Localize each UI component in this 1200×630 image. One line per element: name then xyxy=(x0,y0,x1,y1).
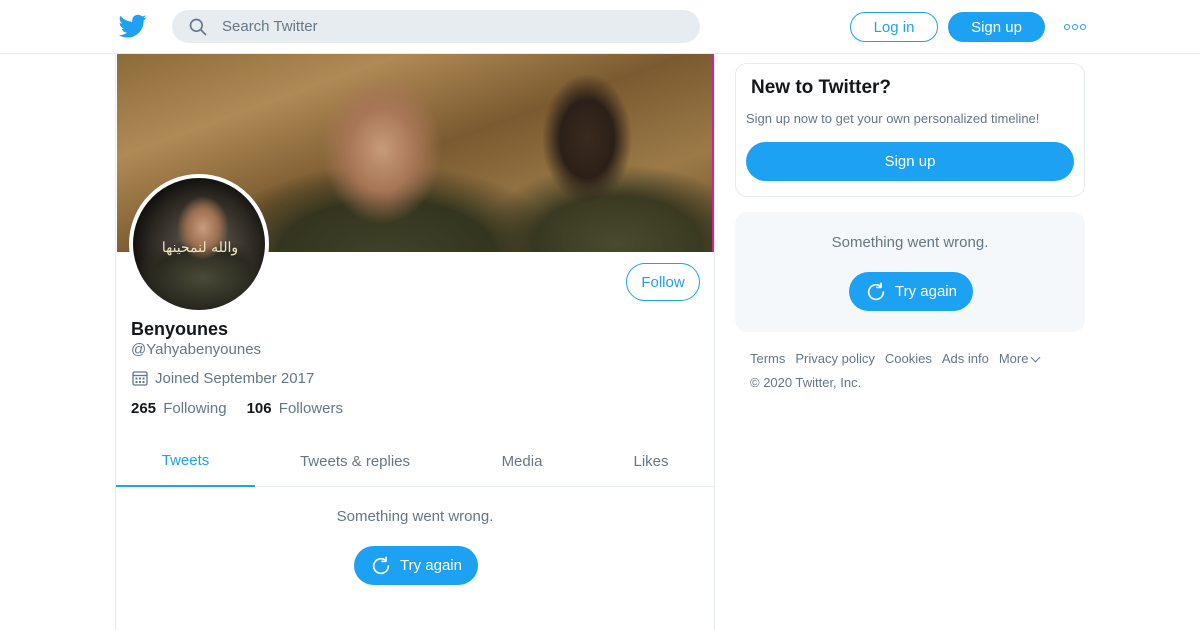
refresh-icon xyxy=(867,281,885,300)
profile-tabs: Tweets Tweets & replies Media Likes xyxy=(116,436,714,487)
search-box[interactable] xyxy=(172,10,700,43)
tab-tweets[interactable]: Tweets xyxy=(116,436,255,487)
footer-link-privacy[interactable]: Privacy policy xyxy=(795,351,874,366)
footer-link-ads-info[interactable]: Ads info xyxy=(942,351,989,366)
joined-text: Joined September 2017 xyxy=(155,369,315,387)
refresh-icon xyxy=(372,555,390,574)
copyright-text: © 2020 Twitter, Inc. xyxy=(750,375,862,390)
sidebar-error-card: Something went wrong. Try again xyxy=(735,212,1085,332)
following-count: 265 xyxy=(131,400,157,417)
try-again-label: Try again xyxy=(895,283,957,300)
footer-link-more: More xyxy=(998,351,1029,366)
sidebar-error-message: Something went wrong. xyxy=(831,234,989,251)
twitter-logo-icon[interactable] xyxy=(119,12,147,40)
chevron-down-icon xyxy=(1030,352,1041,363)
search-icon xyxy=(189,18,207,36)
followers-link[interactable]: 106 Followers xyxy=(247,400,343,417)
footer-links: Terms Privacy policy Cookies Ads info Mo… xyxy=(750,351,1041,366)
new-to-twitter-title: New to Twitter? xyxy=(751,77,892,98)
following-label: Following xyxy=(163,400,227,417)
following-link[interactable]: 265 Following xyxy=(131,400,227,417)
more-dots-icon[interactable] xyxy=(1064,20,1086,34)
footer-link-cookies[interactable]: Cookies xyxy=(885,351,932,366)
tab-media[interactable]: Media xyxy=(478,436,566,487)
footer-link-terms[interactable]: Terms xyxy=(750,351,785,366)
sidebar-try-again-button[interactable]: Try again xyxy=(849,272,973,311)
timeline-try-again-button[interactable]: Try again xyxy=(354,546,478,585)
sidebar-signup-button[interactable]: Sign up xyxy=(746,142,1074,181)
new-to-twitter-card: New to Twitter? Sign up now to get your … xyxy=(735,63,1085,197)
signup-button[interactable]: Sign up xyxy=(948,12,1045,42)
profile-handle[interactable]: @Yahyabenyounes xyxy=(131,341,261,358)
avatar-overlay-text: والله لنمحينها xyxy=(161,240,239,256)
login-button[interactable]: Log in xyxy=(850,12,938,42)
profile-avatar[interactable]: والله لنمحينها xyxy=(129,174,269,314)
profile-stats: 265 Following 106 Followers xyxy=(131,400,343,417)
profile-name[interactable]: Benyounes xyxy=(131,319,228,340)
follow-button[interactable]: Follow xyxy=(626,263,700,301)
joined-date: Joined September 2017 xyxy=(131,369,314,387)
new-to-twitter-subtitle: Sign up now to get your own personalized… xyxy=(746,111,1040,126)
footer-more-button[interactable]: More xyxy=(998,351,1041,366)
top-navigation-bar: Log in Sign up xyxy=(0,0,1200,54)
try-again-label: Try again xyxy=(400,557,462,574)
followers-label: Followers xyxy=(278,400,343,417)
profile-column: والله لنمحينها Follow Benyounes @Yahyabe… xyxy=(115,54,715,630)
banner-edge-decoration xyxy=(712,54,714,252)
calendar-icon xyxy=(132,371,148,386)
search-input[interactable] xyxy=(222,10,682,43)
tab-tweets-and-replies[interactable]: Tweets & replies xyxy=(266,436,444,487)
timeline-error-message: Something went wrong. xyxy=(336,508,494,525)
followers-count: 106 xyxy=(246,400,272,417)
tab-likes[interactable]: Likes xyxy=(612,436,690,487)
